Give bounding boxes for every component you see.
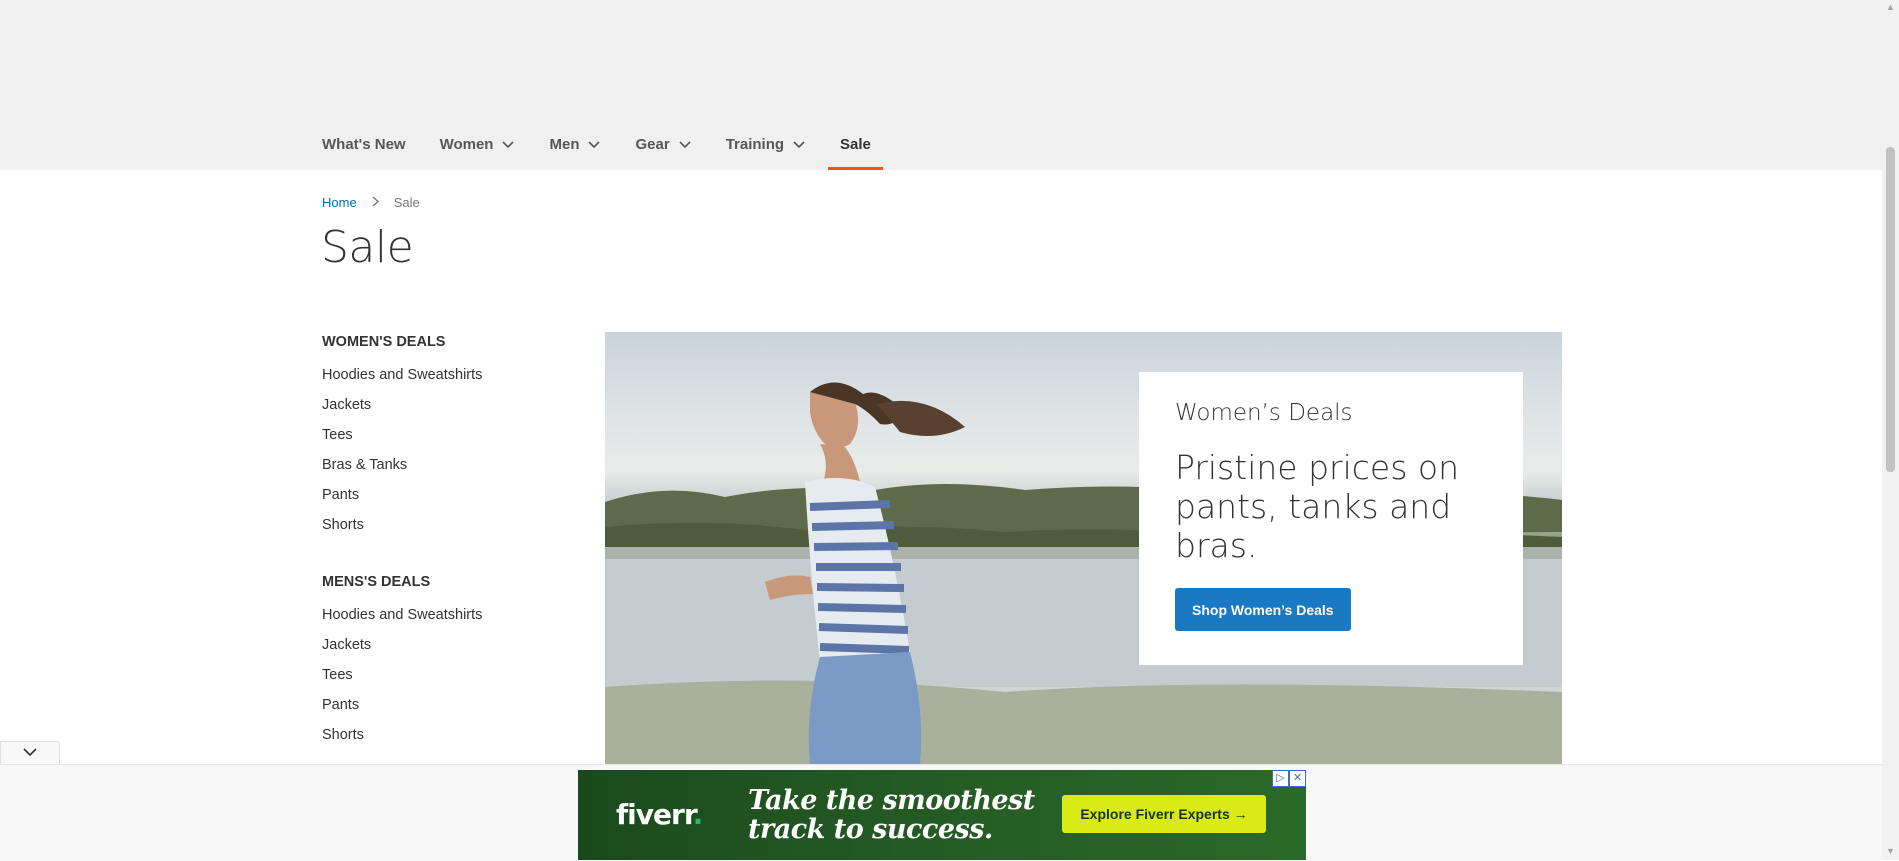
ad-badges: ▷ ✕ bbox=[1272, 770, 1306, 787]
shop-womens-deals-button[interactable]: Shop Women’s Deals bbox=[1175, 588, 1351, 631]
sidebar-heading: WOMEN'S DEALS bbox=[322, 334, 446, 350]
chevron-down-icon bbox=[792, 137, 806, 151]
explore-fiverr-experts-button[interactable]: Explore Fiverr Experts → bbox=[1062, 795, 1266, 833]
nav-item-gear[interactable]: Gear bbox=[635, 130, 691, 158]
nav-label: What's New bbox=[322, 135, 406, 153]
header: What's New Women Men Gear Training Sale bbox=[0, 0, 1882, 170]
chevron-right-icon bbox=[371, 194, 380, 210]
sidebar-link-hoodies[interactable]: Hoodies and Sweatshirts bbox=[322, 360, 552, 390]
chevron-down-icon bbox=[587, 137, 601, 151]
sidebar-link-jackets[interactable]: Jackets bbox=[322, 390, 552, 420]
breadcrumb-current: Sale bbox=[393, 194, 420, 210]
main-nav: What's New Women Men Gear Training Sale bbox=[322, 130, 905, 170]
fiverr-logo: fiverr. bbox=[616, 798, 704, 831]
breadcrumb: Home Sale bbox=[322, 194, 420, 210]
nav-label: Women bbox=[439, 135, 494, 153]
fiverr-ad-banner[interactable]: fiverr. Take the smoothest track to succ… bbox=[578, 770, 1306, 860]
nav-item-men[interactable]: Men bbox=[549, 130, 601, 158]
adchoices-icon[interactable]: ▷ bbox=[1272, 770, 1289, 787]
nav-item-training[interactable]: Training bbox=[726, 130, 806, 158]
nav-item-women[interactable]: Women bbox=[440, 130, 516, 158]
sidebar-group-mens-deals: MENS'S DEALS Hoodies and Sweatshirts Jac… bbox=[322, 570, 552, 750]
nav-label: Sale bbox=[840, 135, 871, 153]
sidebar: WOMEN'S DEALS Hoodies and Sweatshirts Ja… bbox=[322, 330, 552, 750]
ad-logo-text: fiverr bbox=[616, 798, 694, 831]
hero-banner[interactable]: Women’s Deals Pristine prices on pants, … bbox=[605, 332, 1562, 765]
sidebar-heading: MENS'S DEALS bbox=[322, 574, 431, 590]
nav-label: Training bbox=[725, 135, 785, 153]
page-scrollbar[interactable]: ▲ ▼ bbox=[1882, 0, 1899, 860]
sidebar-link-shorts[interactable]: Shorts bbox=[322, 510, 552, 540]
chevron-down-icon bbox=[22, 745, 38, 763]
sidebar-link-jackets[interactable]: Jackets bbox=[322, 630, 552, 660]
promo-title: Pristine prices on pants, tanks and bras… bbox=[1175, 448, 1459, 565]
sidebar-link-bras-tanks[interactable]: Bras & Tanks bbox=[322, 450, 552, 480]
page-title: Sale bbox=[321, 222, 414, 273]
ad-collapse-toggle[interactable] bbox=[0, 741, 60, 766]
ad-headline-line1: Take the smoothest bbox=[748, 785, 1035, 816]
sidebar-link-pants[interactable]: Pants bbox=[322, 690, 552, 720]
sidebar-link-tees[interactable]: Tees bbox=[322, 660, 552, 690]
nav-item-sale[interactable]: Sale bbox=[828, 130, 883, 170]
chevron-down-icon bbox=[678, 137, 692, 151]
sidebar-link-shorts[interactable]: Shorts bbox=[322, 720, 552, 750]
promo-kicker: Women’s Deals bbox=[1175, 400, 1353, 426]
scrollbar-thumb[interactable] bbox=[1886, 147, 1895, 472]
sidebar-link-pants[interactable]: Pants bbox=[322, 480, 552, 510]
promo-card: Women’s Deals Pristine prices on pants, … bbox=[1139, 372, 1523, 665]
close-icon[interactable]: ✕ bbox=[1289, 770, 1306, 787]
ad-headline-line2: track to success. bbox=[748, 814, 993, 845]
scroll-up-arrow-icon[interactable]: ▲ bbox=[1886, 2, 1895, 12]
sidebar-link-hoodies[interactable]: Hoodies and Sweatshirts bbox=[322, 600, 552, 630]
sidebar-group-womens-deals: WOMEN'S DEALS Hoodies and Sweatshirts Ja… bbox=[322, 330, 552, 540]
breadcrumb-home-link[interactable]: Home bbox=[322, 195, 357, 210]
nav-label: Gear bbox=[635, 135, 670, 153]
scroll-down-arrow-icon[interactable]: ▼ bbox=[1886, 846, 1895, 856]
nav-item-whats-new[interactable]: What's New bbox=[322, 130, 406, 158]
ad-headline: Take the smoothest track to success. bbox=[748, 786, 1035, 844]
sidebar-link-tees[interactable]: Tees bbox=[322, 420, 552, 450]
chevron-down-icon bbox=[501, 137, 515, 151]
ad-logo-dot: . bbox=[692, 798, 704, 831]
nav-label: Men bbox=[549, 135, 580, 153]
